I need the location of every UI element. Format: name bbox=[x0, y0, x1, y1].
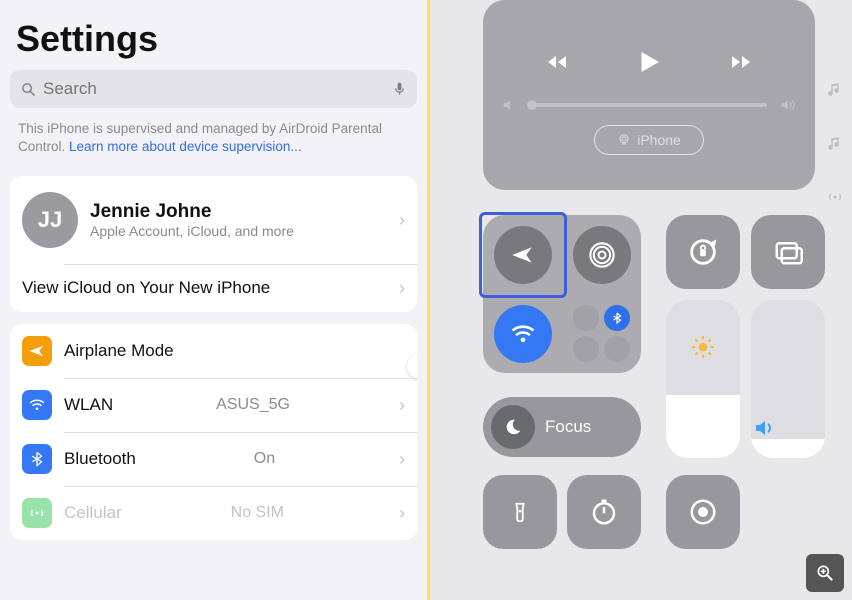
connectivity-subgroup[interactable] bbox=[573, 305, 631, 363]
search-icon bbox=[20, 81, 37, 98]
wlan-row[interactable]: WLAN ASUS_5G › bbox=[10, 378, 417, 432]
avatar: JJ bbox=[22, 192, 78, 248]
forward-icon[interactable] bbox=[724, 50, 758, 74]
music-icon bbox=[826, 134, 844, 152]
wifi-icon bbox=[22, 390, 52, 420]
chevron-right-icon: › bbox=[399, 278, 405, 299]
music-icon bbox=[826, 80, 844, 98]
volume-high-icon bbox=[777, 97, 797, 113]
timer-button[interactable] bbox=[567, 475, 641, 549]
chevron-right-icon: › bbox=[399, 395, 405, 416]
icloud-promo-row[interactable]: View iCloud on Your New iPhone › bbox=[10, 264, 417, 312]
profile-name: Jennie Johne bbox=[90, 201, 294, 223]
supervision-link[interactable]: Learn more about device supervision... bbox=[69, 139, 302, 154]
volume-slider[interactable] bbox=[751, 300, 825, 458]
vpn-dot bbox=[604, 336, 630, 362]
play-icon[interactable] bbox=[634, 45, 664, 79]
airplane-mode-row[interactable]: Airplane Mode bbox=[10, 324, 417, 378]
screen-mirroring-button[interactable] bbox=[751, 215, 825, 289]
airplane-mode-button[interactable] bbox=[494, 226, 552, 284]
cellular-icon bbox=[22, 498, 52, 528]
search-field[interactable] bbox=[10, 70, 417, 108]
profile-row[interactable]: JJ Jennie Johne Apple Account, iCloud, a… bbox=[10, 176, 417, 264]
side-rail bbox=[824, 80, 846, 206]
bluetooth-row[interactable]: Bluetooth On › bbox=[10, 432, 417, 486]
settings-panel: Settings This iPhone is supervised and m… bbox=[0, 0, 427, 600]
sun-icon bbox=[690, 334, 716, 360]
page-title: Settings bbox=[16, 18, 417, 60]
control-center: iPhone bbox=[427, 0, 852, 600]
airplane-icon bbox=[22, 336, 52, 366]
network-card: Airplane Mode WLAN ASUS_5G › Bluetooth O… bbox=[10, 324, 417, 540]
brightness-slider[interactable] bbox=[666, 300, 740, 458]
volume-bar[interactable] bbox=[501, 97, 797, 113]
rotation-lock-button[interactable] bbox=[666, 215, 740, 289]
profile-card: JJ Jennie Johne Apple Account, iCloud, a… bbox=[10, 176, 417, 312]
search-input[interactable] bbox=[43, 79, 392, 99]
connectivity-panel[interactable] bbox=[483, 215, 641, 373]
cellular-value: No SIM bbox=[231, 504, 284, 522]
hotspot-icon bbox=[826, 188, 844, 206]
wlan-value: ASUS_5G bbox=[216, 396, 290, 414]
cellular-row[interactable]: Cellular No SIM › bbox=[10, 486, 417, 540]
chevron-right-icon: › bbox=[399, 449, 405, 470]
chevron-right-icon: › bbox=[399, 210, 405, 231]
moon-icon bbox=[491, 405, 535, 449]
wifi-button[interactable] bbox=[494, 305, 552, 363]
chevron-right-icon: › bbox=[399, 503, 405, 524]
zoom-button[interactable] bbox=[806, 554, 844, 592]
volume-icon bbox=[751, 416, 825, 440]
screen-record-button[interactable] bbox=[666, 475, 740, 549]
supervised-notice: This iPhone is supervised and managed by… bbox=[10, 120, 417, 164]
bluetooth-icon bbox=[22, 444, 52, 474]
rewind-icon[interactable] bbox=[540, 50, 574, 74]
dictation-icon[interactable] bbox=[392, 80, 407, 98]
airplay-icon bbox=[617, 133, 631, 147]
airdrop-button[interactable] bbox=[573, 226, 631, 284]
profile-sub: Apple Account, iCloud, and more bbox=[90, 223, 294, 239]
cellular-dot bbox=[573, 305, 599, 331]
bluetooth-dot[interactable] bbox=[604, 305, 630, 331]
hotspot-dot bbox=[573, 336, 599, 362]
bluetooth-value: On bbox=[254, 450, 275, 468]
airplay-selector[interactable]: iPhone bbox=[594, 125, 704, 155]
media-panel[interactable]: iPhone bbox=[483, 0, 815, 190]
flashlight-button[interactable] bbox=[483, 475, 557, 549]
volume-low-icon bbox=[501, 97, 517, 113]
focus-button[interactable]: Focus bbox=[483, 397, 641, 457]
